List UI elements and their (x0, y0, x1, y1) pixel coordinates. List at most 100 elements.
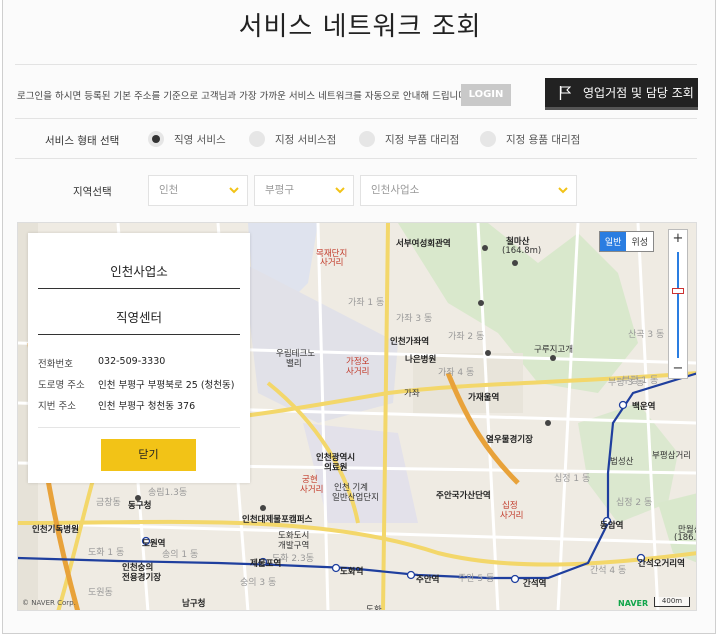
map-label: 가좌 4 동 (438, 368, 475, 378)
map-label: 인천기독병원 (32, 525, 79, 535)
radio-parts-dealer[interactable]: 지정 부품 대리점 (359, 131, 459, 147)
map-label: 산곡 3 동 (628, 330, 665, 340)
chevron-down-icon (229, 187, 239, 194)
divider (15, 158, 697, 159)
close-button[interactable]: 닫기 (101, 439, 196, 471)
flag-icon (559, 85, 571, 100)
map-label: 사거리 (500, 511, 524, 521)
login-button[interactable]: LOGIN (461, 84, 511, 106)
login-message: 로그인을 하시면 등록된 기본 주소를 기준으로 고객님과 가장 가까운 서비스… (17, 91, 471, 102)
map-label: 십정 2 동 (616, 498, 653, 508)
lot-address-value: 인천 부평구 청천동 376 (98, 401, 196, 412)
map-label: 간석 4 동 (590, 566, 627, 576)
radio-label: 지정 부품 대리점 (385, 133, 460, 146)
service-type-label: 서비스 형태 선택 (45, 135, 120, 147)
map-label: 가좌 1 동 (348, 298, 385, 308)
map-label: 사거리 (346, 367, 370, 377)
lot-address-label: 지번 주소 (38, 401, 76, 412)
map-label: (164.8m) (502, 246, 542, 256)
zoom-control: + − (668, 229, 688, 379)
map-label: 나은병원 (405, 355, 437, 365)
map-label: 주안국가산단역 (436, 491, 491, 501)
map-label: 도화 1 동 (88, 548, 125, 558)
district-select[interactable]: 부평구 (254, 175, 354, 206)
divider (38, 427, 240, 428)
map-label: 동구청 (128, 501, 152, 511)
map-view[interactable]: 서부여성회관역 철마산 (164.8m) 목재단지 사거리 가좌 1 동 가좌 … (17, 222, 697, 611)
zoom-track[interactable] (677, 252, 679, 358)
map-label: 인천가좌역 (390, 337, 430, 347)
radio-direct-service[interactable]: 직영 서비스 (148, 131, 226, 147)
zoom-in-button[interactable]: + (669, 230, 687, 248)
road-address-value: 인천 부평구 부평북로 25 (청천동) (98, 380, 235, 391)
divider (38, 288, 240, 289)
city-select[interactable]: 인천 (148, 175, 248, 206)
map-label: 도화역 (340, 567, 364, 577)
office-lookup-button[interactable]: 영업거점 및 담당 조회 (545, 78, 698, 110)
map-label: 간석역 (523, 579, 547, 589)
map-label: 도화 (366, 605, 382, 611)
map-label: 전용경기장 (122, 573, 162, 583)
zoom-handle[interactable] (672, 288, 684, 294)
naver-logo: NAVER (618, 599, 649, 608)
map-type-satellite-button[interactable]: 위성 (626, 232, 653, 251)
map-label: 가좌 (404, 389, 420, 399)
chevron-down-icon (558, 187, 568, 194)
map-label: 밸리 (286, 359, 302, 369)
radio-dot (249, 131, 265, 147)
map-label: 가재울역 (468, 393, 500, 403)
map-label: 동암역 (600, 521, 624, 531)
district-select-value: 부평구 (265, 184, 294, 196)
phone-label: 전화번호 (38, 359, 73, 370)
chevron-down-icon (335, 187, 345, 194)
radio-label: 지정 서비스점 (275, 133, 337, 146)
office-lookup-label: 영업거점 및 담당 조회 (583, 86, 694, 100)
region-label: 지역선택 (73, 186, 112, 198)
map-type-normal-button[interactable]: 일반 (599, 232, 627, 251)
map-scale: 400m (654, 597, 690, 607)
radio-label: 지정 용품 대리점 (506, 133, 581, 146)
phone-value: 032-509-3330 (98, 356, 166, 367)
radio-label: 직영 서비스 (174, 133, 226, 146)
map-label: 숭의 3 동 (240, 578, 277, 588)
map-label: 개발구역 (278, 541, 310, 551)
map-label: 사거리 (300, 485, 324, 495)
map-label: 인천대제물포캠퍼스 (242, 515, 313, 525)
radio-dot (480, 131, 496, 147)
map-label: 송림1.3동 (148, 488, 188, 498)
map-label: 열우물경기장 (486, 435, 533, 445)
map-label: 법성산 (610, 457, 634, 467)
map-label: 도원동 (88, 588, 113, 598)
map-copyright: © NAVER Corp. (22, 599, 76, 607)
radio-dot (359, 131, 375, 147)
map-label: 주안역 (416, 575, 440, 585)
map-label: 부평삼거리 (652, 451, 692, 461)
map-label: 간석오거리역 (638, 559, 685, 569)
map-label: 부평 3 동 (608, 378, 645, 388)
map-label: 가좌 2 동 (448, 332, 485, 342)
zoom-out-button[interactable]: − (669, 360, 687, 378)
map-label: 일반산업단지 (332, 493, 379, 503)
map-label: 가좌 3 동 (396, 314, 433, 324)
office-type: 직영센터 (115, 310, 162, 325)
radio-designated-service[interactable]: 지정 서비스점 (249, 131, 336, 147)
divider (38, 334, 240, 335)
map-label: 서부여성회관역 (396, 239, 451, 249)
map-label: 사거리 (320, 258, 344, 268)
map-label: 남구청 (182, 599, 206, 609)
map-type-toggle: 일반 위성 (598, 231, 654, 252)
map-label: (186.1 (674, 533, 697, 543)
page-frame: 서비스 네트워크 조회 로그인을 하시면 등록된 기본 주소를 기준으로 고객님… (2, 0, 716, 634)
map-label: 주안 5 동 (458, 574, 495, 584)
radio-dot (148, 131, 164, 147)
divider (15, 64, 697, 65)
divider (15, 118, 697, 119)
radio-accessory-dealer[interactable]: 지정 용품 대리점 (480, 131, 580, 147)
office-select[interactable]: 인천사업소 (360, 175, 577, 206)
map-label: 십정 1 동 (554, 474, 591, 484)
map-label: 금창동 (96, 498, 121, 508)
office-select-value: 인천사업소 (371, 184, 420, 196)
road-address-label: 도로명 주소 (38, 380, 85, 391)
page-title: 서비스 네트워크 조회 (238, 12, 482, 42)
office-name: 인천사업소 (110, 264, 168, 279)
